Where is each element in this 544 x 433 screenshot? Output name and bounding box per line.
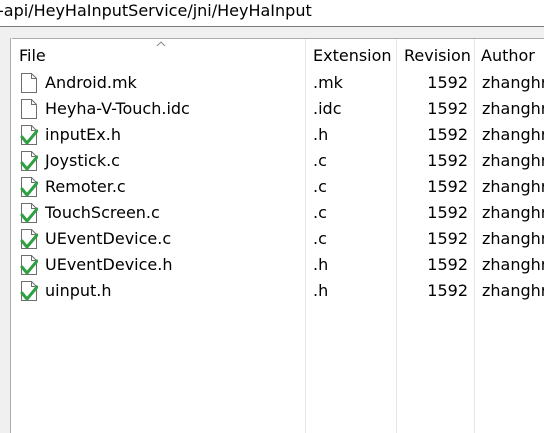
file-author: zhanghr [482, 229, 544, 248]
file-revision: 1592 [427, 73, 468, 92]
file-author: zhanghr [482, 281, 544, 300]
sort-ascending-icon [156, 41, 166, 47]
file-name: Heyha-V-Touch.idc [45, 99, 190, 118]
table-row[interactable]: Android.mk .mk 1592 zhanghr [12, 70, 544, 96]
versioned-file-icon [20, 255, 38, 275]
versioned-file-icon [20, 151, 38, 171]
file-extension: .h [313, 255, 329, 274]
file-name-cell[interactable]: UEventDevice.c [20, 226, 305, 252]
left-pane-edge[interactable] [0, 38, 11, 433]
file-extension: .h [313, 281, 329, 300]
table-row[interactable]: Joystick.c .c 1592 zhanghr [12, 148, 544, 174]
file-name: TouchScreen.c [45, 203, 160, 222]
file-author: zhanghr [482, 177, 544, 196]
file-revision: 1592 [427, 229, 468, 248]
file-revision: 1592 [427, 151, 468, 170]
file-revision: 1592 [427, 99, 468, 118]
path-text: -api/HeyHaInputService/jni/HeyHaInput [0, 1, 312, 20]
file-name-cell[interactable]: UEventDevice.h [20, 252, 305, 278]
column-header-revision[interactable]: Revision [397, 39, 481, 69]
column-header-file-label: File [19, 46, 46, 65]
file-name: uinput.h [45, 281, 112, 300]
file-author: zhanghr [482, 99, 544, 118]
file-extension: .c [313, 203, 327, 222]
file-name: Joystick.c [45, 151, 120, 170]
toolbar-gap [0, 27, 544, 38]
file-extension: .c [313, 177, 327, 196]
column-header-extension-label: Extension [313, 46, 392, 65]
table-row[interactable]: UEventDevice.h .h 1592 zhanghr [12, 252, 544, 278]
versioned-file-icon [20, 125, 38, 145]
file-name: Remoter.c [45, 177, 126, 196]
file-extension: .mk [313, 73, 343, 92]
file-name-cell[interactable]: TouchScreen.c [20, 200, 305, 226]
file-name: UEventDevice.c [45, 229, 172, 248]
column-header-extension[interactable]: Extension [306, 39, 396, 69]
file-revision: 1592 [427, 125, 468, 144]
file-author: zhanghr [482, 255, 544, 274]
file-author: zhanghr [482, 73, 544, 92]
file-name-cell[interactable]: uinput.h [20, 278, 305, 304]
plain-file-icon [21, 99, 37, 119]
file-name-cell[interactable]: Heyha-V-Touch.idc [20, 96, 305, 122]
file-name-cell[interactable]: Joystick.c [20, 148, 305, 174]
table-row[interactable]: TouchScreen.c .c 1592 zhanghr [12, 200, 544, 226]
versioned-file-icon [20, 177, 38, 197]
column-header-file[interactable]: File [12, 39, 305, 69]
file-extension: .h [313, 125, 329, 144]
column-header-author[interactable]: Author [474, 39, 544, 69]
file-extension: .c [313, 151, 327, 170]
file-name-cell[interactable]: Android.mk [20, 70, 305, 96]
file-revision: 1592 [427, 177, 468, 196]
file-author: zhanghr [482, 203, 544, 222]
path-bar[interactable]: -api/HeyHaInputService/jni/HeyHaInput [0, 0, 544, 27]
file-list-view[interactable]: File Extension Revision Author Android.m… [12, 38, 544, 433]
file-revision: 1592 [427, 255, 468, 274]
table-row[interactable]: Remoter.c .c 1592 zhanghr [12, 174, 544, 200]
column-header-revision-label: Revision [404, 46, 471, 65]
table-row[interactable]: inputEx.h .h 1592 zhanghr [12, 122, 544, 148]
versioned-file-icon [20, 281, 38, 301]
versioned-file-icon [20, 203, 38, 223]
file-author: zhanghr [482, 125, 544, 144]
file-revision: 1592 [427, 203, 468, 222]
table-row[interactable]: UEventDevice.c .c 1592 zhanghr [12, 226, 544, 252]
file-name-cell[interactable]: Remoter.c [20, 174, 305, 200]
list-header: File Extension Revision Author [12, 39, 544, 69]
file-name: inputEx.h [45, 125, 121, 144]
file-name-cell[interactable]: inputEx.h [20, 122, 305, 148]
file-name: Android.mk [45, 73, 137, 92]
file-name: UEventDevice.h [45, 255, 173, 274]
file-extension: .c [313, 229, 327, 248]
file-author: zhanghr [482, 151, 544, 170]
plain-file-icon [21, 73, 37, 93]
file-revision: 1592 [427, 281, 468, 300]
versioned-file-icon [20, 229, 38, 249]
table-row[interactable]: Heyha-V-Touch.idc .idc 1592 zhanghr [12, 96, 544, 122]
file-extension: .idc [313, 99, 342, 118]
table-row[interactable]: uinput.h .h 1592 zhanghr [12, 278, 544, 304]
column-header-author-label: Author [481, 46, 535, 65]
